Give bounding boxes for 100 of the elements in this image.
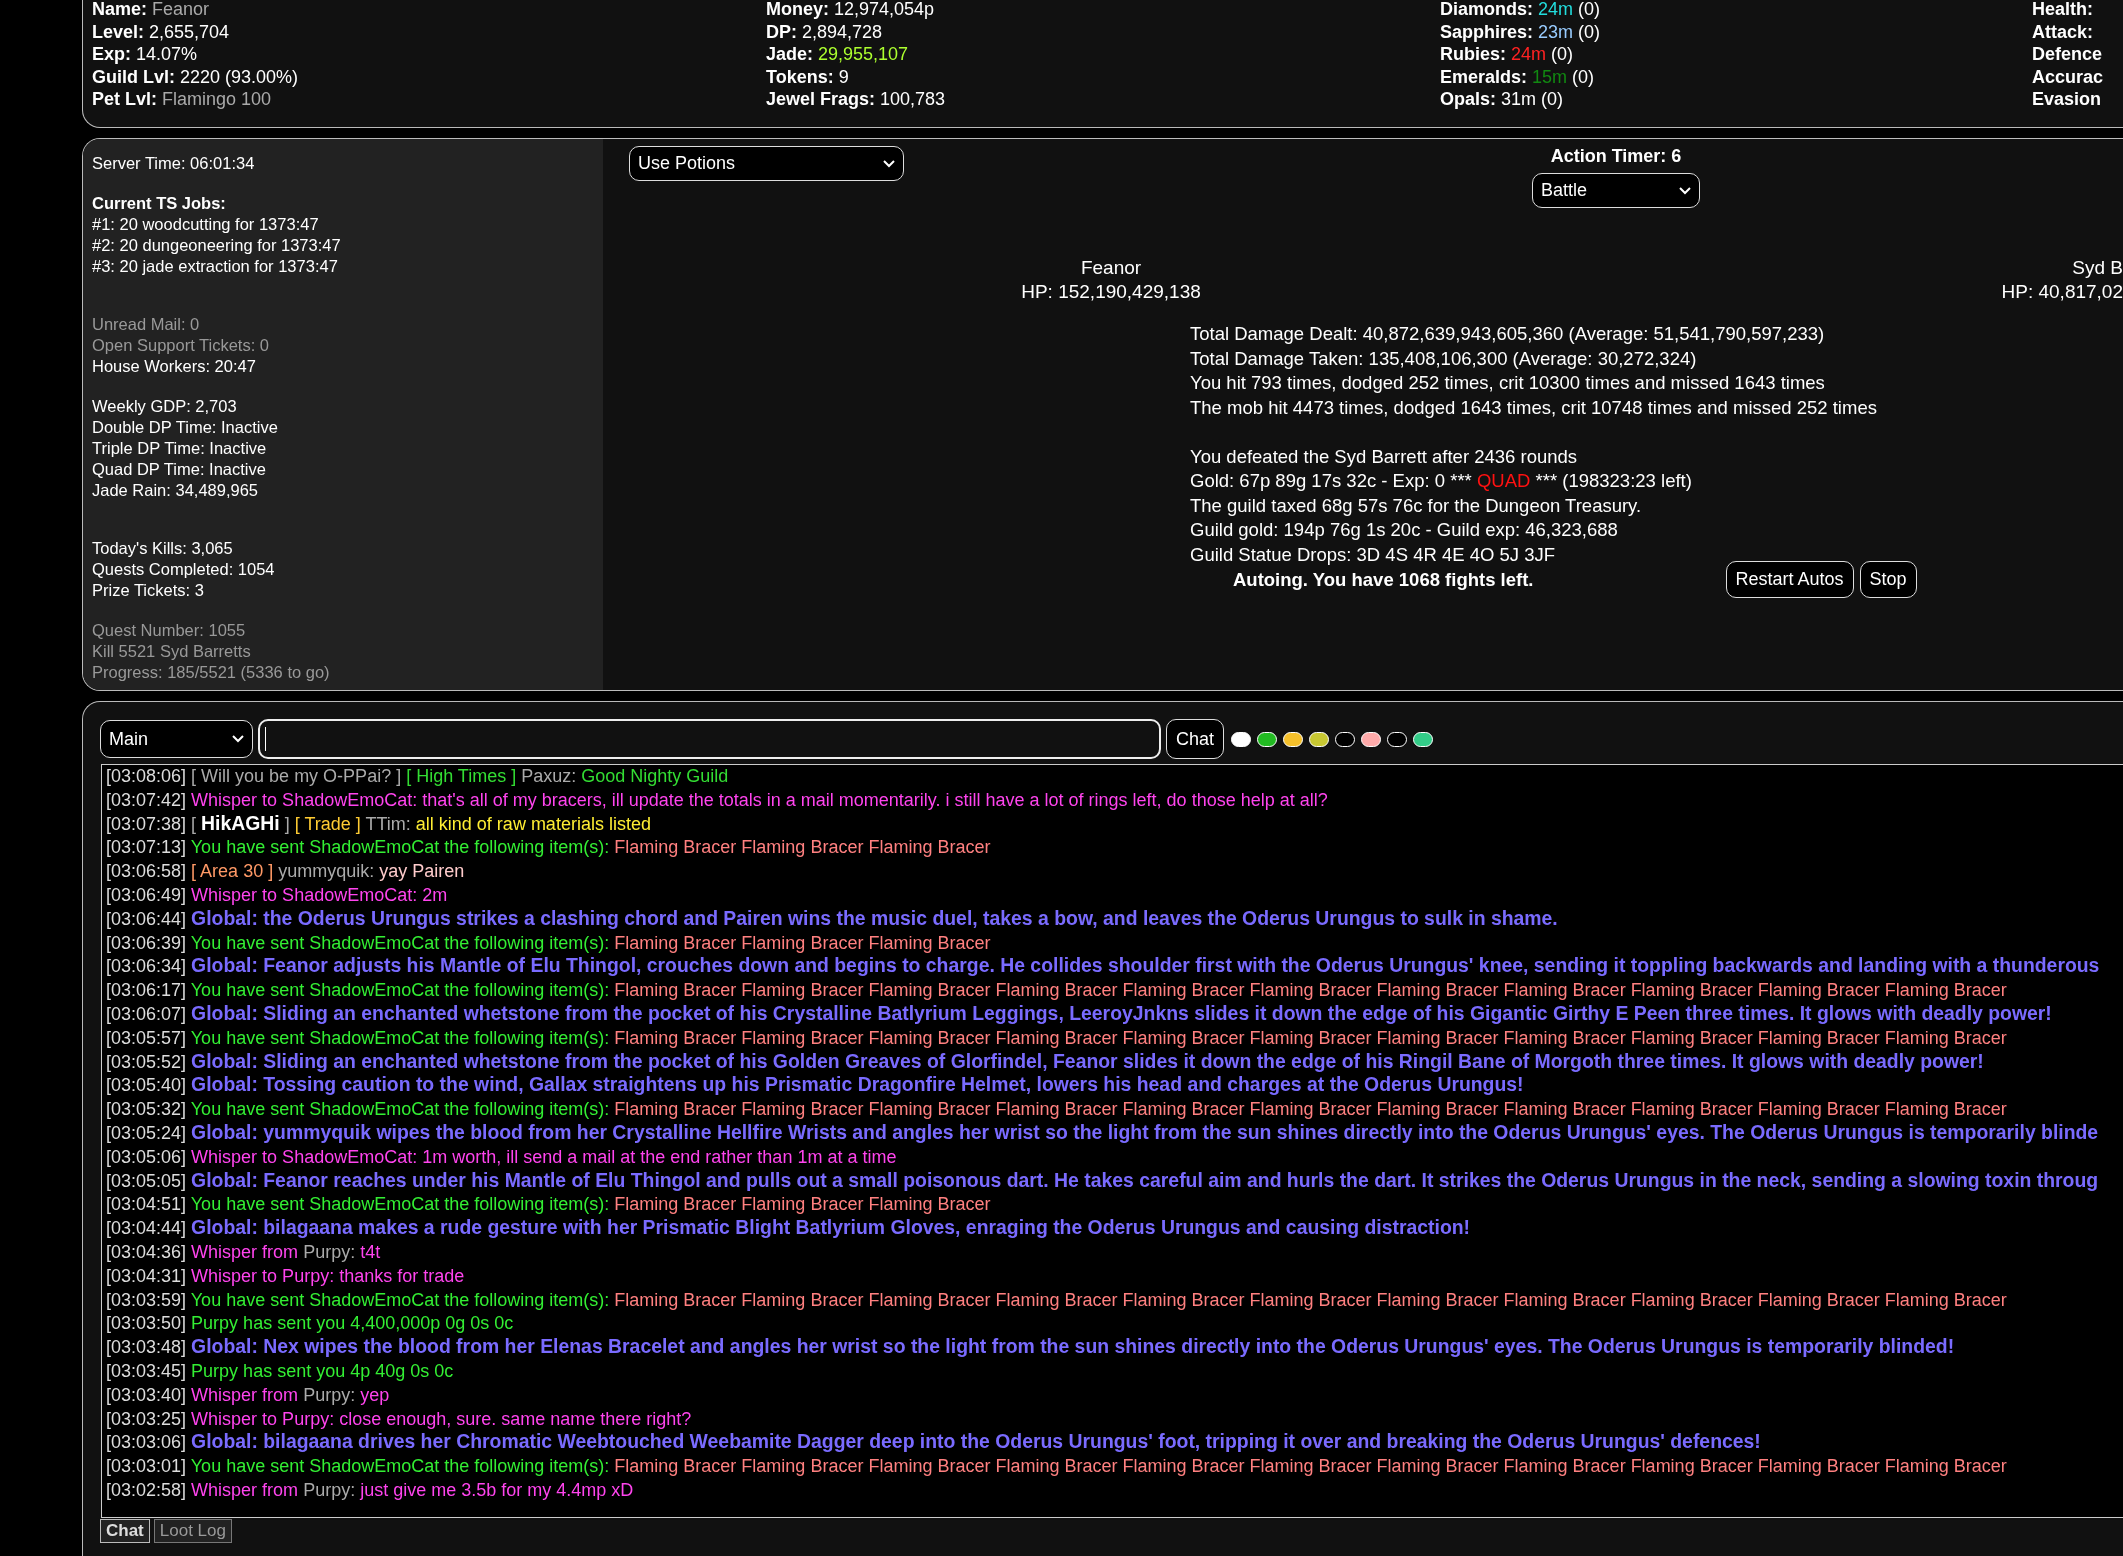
color-filter-toggle[interactable] xyxy=(1231,731,1252,747)
stat-line: Jade: 29,955,107 xyxy=(766,43,910,66)
info-line: Progress: 185/5521 (5336 to go) xyxy=(92,662,331,683)
action-button[interactable]: Restart Autos xyxy=(1725,561,1854,598)
chat-message: [03:03:06] Global: bilagaana drives her Chromatic Weebtouched Weebamite Dagger deep into the Oderus Urungus' foot, tripping it over and breaking the Oderus Urungus' defences! xyxy=(106,1431,1762,1455)
chat-message: [03:03:25] Whisper to Purpy: close enough, sure. same name there right? xyxy=(106,1407,693,1431)
info-line: #2: 20 dungeoneering for 1373:47 xyxy=(92,235,342,256)
stat-line: Tokens: 9 xyxy=(766,65,850,88)
chat-message: [03:07:42] Whisper to ShadowEmoCat: that's all of my bracers, ill update the totals in a mail momentarily. i still have a lot of rings left, do those help at all? xyxy=(106,788,1329,812)
info-line: House Workers: 20:47 xyxy=(92,356,257,377)
chat-message: [03:03:50] Purpy has sent you 4,400,000p 0g 0s 0c xyxy=(106,1312,515,1336)
info-line: #3: 20 jade extraction for 1373:47 xyxy=(92,256,339,277)
chat-message: [03:05:24] Global: yummyquik wipes the blood from her Crystalline Hellfire Wrists and angles her wrist so the light from the sun shines directly into the Oderus Urungus' eyes. The Oderus Urungus is temporarily blinde xyxy=(106,1121,2100,1145)
stat-line: Health: xyxy=(2032,0,2094,21)
chat-message: [03:05:32] You have sent ShadowEmoCat the following item(s): Flaming Bracer Flaming Bracer Flaming Bracer Flaming Bracer Flaming Bracer Flaming Bracer Flaming Bracer Flaming Bracer Flaming Bracer Flaming Bracer Flaming Bracer xyxy=(106,1098,2008,1122)
stat-line: Defence xyxy=(2032,43,2104,66)
stat-line: Evasion xyxy=(2032,88,2103,111)
battle-log-line: You defeated the Syd Barrett after 2436 rounds xyxy=(1190,444,1579,469)
stat-line: Attack: xyxy=(2032,20,2094,43)
color-filter-toggle[interactable] xyxy=(1335,731,1356,747)
stat-line: Pet Lvl: Flamingo 100 xyxy=(92,88,273,111)
chat-message: [03:05:52] Global: Sliding an enchanted whetstone from the pocket of his Golden Greaves of Glorfindel, Feanor slides it down the edge of his Ringil Bane of Morgoth three times. It glows with deadly power! xyxy=(106,1050,1985,1074)
chat-message: [03:02:58] Whisper from Purpy: just give me 3.5b for my 4.4mp xD xyxy=(106,1478,635,1502)
stat-line: Accurac xyxy=(2032,65,2105,88)
chat-message: [03:06:07] Global: Sliding an enchanted whetstone from the pocket of his Crystalline Batlyrium Leggings, LeeroyJnkns slides it down the edge of his Gigantic Girthy E Peen three times. It glows with deadly power! xyxy=(106,1002,2053,1026)
info-line: Unread Mail: 0 xyxy=(92,314,201,335)
stat-line: Exp: 14.07% xyxy=(92,43,199,66)
info-line: Quest Number: 1055 xyxy=(92,620,247,641)
potion-select[interactable]: Use Potions xyxy=(629,146,904,181)
combatant-hp: HP: 152,190,429,138 xyxy=(1020,280,1202,304)
info-line: Quests Completed: 1054 xyxy=(92,559,276,580)
chat-message: [03:03:01] You have sent ShadowEmoCat the following item(s): Flaming Bracer Flaming Bracer Flaming Bracer Flaming Bracer Flaming Bracer Flaming Bracer Flaming Bracer Flaming Bracer Flaming Bracer Flaming Bracer Flaming Bracer xyxy=(106,1455,2008,1479)
stat-line: DP: 2,894,728 xyxy=(766,20,884,43)
chat-message: [03:05:06] Whisper to ShadowEmoCat: 1m worth, ill send a mail at the end rather than 1m at a time xyxy=(106,1145,898,1169)
color-filter-toggle[interactable] xyxy=(1257,731,1278,747)
chat-message: [03:05:57] You have sent ShadowEmoCat the following item(s): Flaming Bracer Flaming Bracer Flaming Bracer Flaming Bracer Flaming Bracer Flaming Bracer Flaming Bracer Flaming Bracer Flaming Bracer Flaming Bracer Flaming Bracer xyxy=(106,1026,2008,1050)
stat-line: Name: Feanor xyxy=(92,0,211,21)
info-line: Server Time: 06:01:34 xyxy=(92,153,256,174)
chat-message: [03:05:40] Global: Tossing caution to the wind, Gallax straightens up his Prismatic Dragonfire Helmet, lowers his head and charges at the Oderus Urungus! xyxy=(106,1074,1525,1098)
chat-message: [03:07:13] You have sent ShadowEmoCat the following item(s): Flaming Bracer Flaming Bracer Flaming Bracer xyxy=(106,836,992,860)
caret-icon xyxy=(883,159,895,168)
battle-log-line: Gold: 67p 89g 17s 32c - Exp: 0 *** QUAD *** (198323:23 left) xyxy=(1190,469,1693,493)
chat-message: [03:03:45] Purpy has sent you 4p 40g 0s 0c xyxy=(106,1359,455,1383)
stat-line: Diamonds: 24m (0) xyxy=(1440,0,1602,21)
channel-select[interactable]: Main xyxy=(100,720,253,758)
chat-input[interactable] xyxy=(258,719,1161,759)
action-button[interactable]: Stop xyxy=(1859,561,1917,598)
stat-line: Jewel Frags: 100,783 xyxy=(766,88,947,111)
chat-message: [03:06:34] Global: Feanor adjusts his Mantle of Elu Thingol, crouches down and begins to charge. He collides shoulder first with the Oderus Urungus' knee, sending it toppling backwards and landing with a thunderous xyxy=(106,955,2101,979)
battle-log-line: You hit 793 times, dodged 252 times, crit 10300 times and missed 1643 times xyxy=(1190,371,1826,395)
chat-message: [03:06:49] Whisper to ShadowEmoCat: 2m xyxy=(106,884,449,907)
stat-line: Opals: 31m (0) xyxy=(1440,88,1565,111)
chat-message: [03:04:44] Global: bilagaana makes a rude gesture with her Prismatic Blight Batlyrium Gloves, enraging the Oderus Urungus and causing distraction! xyxy=(106,1217,1472,1241)
chat-message: [03:04:51] You have sent ShadowEmoCat the following item(s): Flaming Bracer Flaming Bracer Flaming Bracer xyxy=(106,1193,992,1217)
info-line: #1: 20 woodcutting for 1373:47 xyxy=(92,214,320,235)
info-line: Triple DP Time: Inactive xyxy=(92,438,268,459)
caret-icon xyxy=(232,735,244,743)
info-line: Jade Rain: 34,489,965 xyxy=(92,480,260,501)
chat-message: [03:04:36] Whisper from Purpy: t4t xyxy=(106,1240,382,1264)
chat-message: [03:03:48] Global: Nex wipes the blood from her Elenas Bracelet and angles her wrist so the light from the sun shines directly into the Oderus Urungus' eyes. The Oderus Urungus is temporarily blinded! xyxy=(106,1336,1956,1360)
action-select[interactable]: Battle xyxy=(1532,173,1700,208)
combatant-hp: HP: 40,817,02 xyxy=(2001,280,2123,304)
chat-message: [03:08:06] [ Will you be my O-PPai? ] [ High Times ] Paxuz: Good Nighty Guild xyxy=(106,765,730,788)
chat-tab[interactable]: Chat xyxy=(100,1519,150,1543)
battle-log-line: Total Damage Taken: 135,408,106,300 (Average: 30,272,324) xyxy=(1190,346,1698,371)
battle-log-line: The mob hit 4473 times, dodged 1643 times, crit 10748 times and missed 252 times xyxy=(1190,395,1878,420)
combatant-name: Syd B xyxy=(2071,256,2123,280)
stat-line: Sapphires: 23m (0) xyxy=(1440,20,1602,43)
chat-message: [03:04:31] Whisper to Purpy: thanks for trade xyxy=(106,1264,466,1288)
battle-log-line: Guild Statue Drops: 3D 4S 4R 4E 4O 5J 3JF xyxy=(1190,542,1557,567)
info-line: Weekly GDP: 2,703 xyxy=(92,396,238,417)
color-filter-toggle[interactable] xyxy=(1361,731,1382,747)
stat-line: Money: 12,974,054p xyxy=(766,0,936,21)
caret-icon xyxy=(1679,186,1691,195)
color-filter-toggle[interactable] xyxy=(1309,731,1330,747)
section-heading: Current TS Jobs: xyxy=(92,193,227,214)
chat-message: [03:07:38] [ HikAGHi ] [ Trade ] TTim: all kind of raw materials listed xyxy=(106,812,652,836)
chat-message: [03:06:17] You have sent ShadowEmoCat the following item(s): Flaming Bracer Flaming Bracer Flaming Bracer Flaming Bracer Flaming Bracer Flaming Bracer Flaming Bracer Flaming Bracer Flaming Bracer Flaming Bracer Flaming Bracer xyxy=(106,979,2008,1003)
info-line: Open Support Tickets: 0 xyxy=(92,335,270,356)
info-line: Double DP Time: Inactive xyxy=(92,417,279,438)
stat-line: Emeralds: 15m (0) xyxy=(1440,65,1596,88)
battle-log-line: Guild gold: 194p 76g 1s 20c - Guild exp: 46,323,688 xyxy=(1190,518,1619,542)
chat-button[interactable]: Chat xyxy=(1166,719,1225,759)
stat-line: Rubies: 24m (0) xyxy=(1440,43,1575,66)
action-timer: Action Timer: 6 xyxy=(1550,146,1682,167)
color-filter-toggle[interactable] xyxy=(1413,731,1434,747)
chat-message: [03:03:59] You have sent ShadowEmoCat the following item(s): Flaming Bracer Flaming Bracer Flaming Bracer Flaming Bracer Flaming Bracer Flaming Bracer Flaming Bracer Flaming Bracer Flaming Bracer Flaming Bracer Flaming Bracer xyxy=(106,1288,2008,1312)
battle-log-line: The guild taxed 68g 57s 76c for the Dungeon Treasury. xyxy=(1190,493,1643,518)
auto-status: Autoing. You have 1068 fights left. xyxy=(1233,568,1534,591)
chat-message: [03:06:44] Global: the Oderus Urungus strikes a clashing chord and Pairen wins the music duel, takes a bow, and leaves the Oderus Urungus to sulk in shame. xyxy=(106,907,1559,931)
info-line: Kill 5521 Syd Barretts xyxy=(92,641,252,662)
battle-log-line: Total Damage Dealt: 40,872,639,943,605,360 (Average: 51,541,790,597,233) xyxy=(1190,322,1826,346)
stat-line: Guild Lvl: 2220 (93.00%) xyxy=(92,65,300,88)
chat-message: [03:06:58] [ Area 30 ] yummyquik: yay Pairen xyxy=(106,860,466,884)
chat-tab[interactable]: Loot Log xyxy=(153,1519,232,1543)
color-filter-toggle[interactable] xyxy=(1283,731,1304,747)
stat-line: Level: 2,655,704 xyxy=(92,20,231,43)
color-filter-toggle[interactable] xyxy=(1387,731,1408,747)
chat-message: [03:05:05] Global: Feanor reaches under his Mantle of Elu Thingol and pulls out a small poisonous dart. He takes careful aim and hurls the dart. It strikes the Oderus Urungus in the neck, sending a slowing toxin throug xyxy=(106,1169,2100,1193)
combatant-name: Feanor xyxy=(1079,256,1143,280)
